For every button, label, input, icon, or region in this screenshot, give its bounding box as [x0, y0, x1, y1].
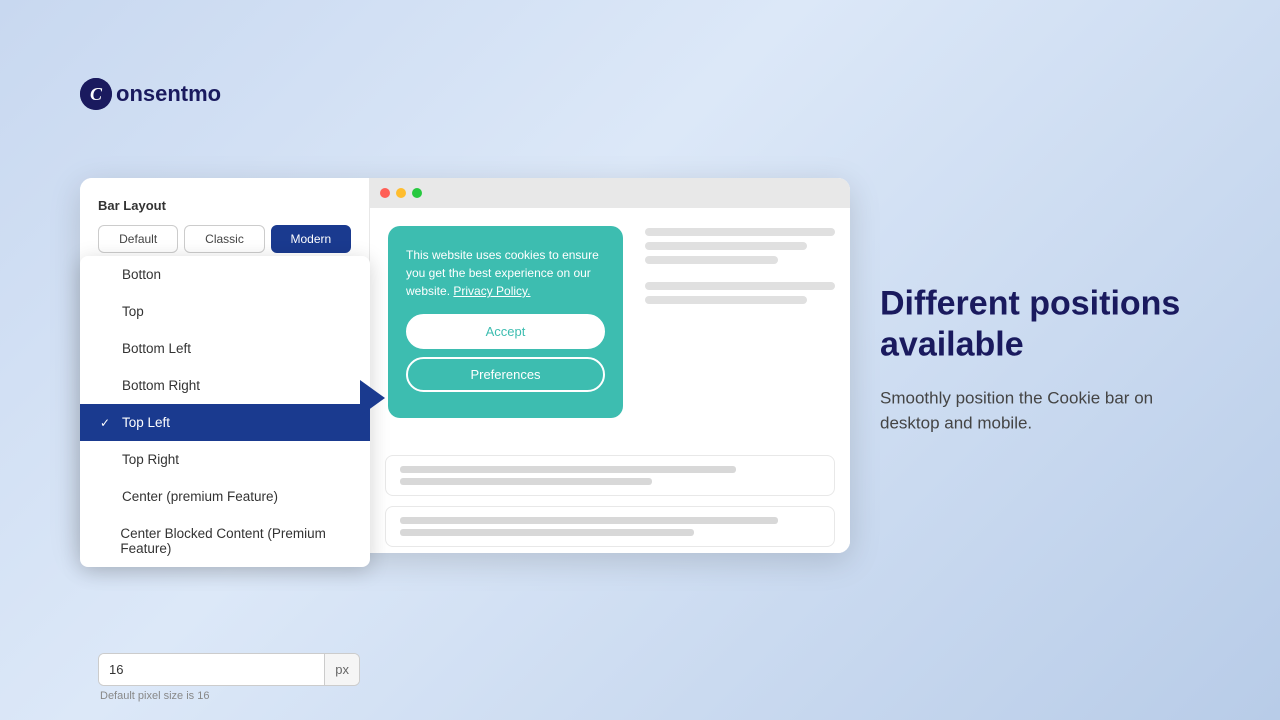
browser-content: This website uses cookies to ensure you …: [370, 208, 850, 553]
preferences-button[interactable]: Preferences: [406, 357, 605, 392]
logo-text: onsentmo: [116, 81, 221, 107]
right-text-section: Different positions available Smoothly p…: [880, 284, 1200, 437]
svg-text:C: C: [90, 84, 103, 104]
dropdown-item-center[interactable]: Center (premium Feature): [80, 478, 370, 515]
preview-section: This website uses cookies to ensure you …: [370, 178, 850, 553]
dropdown-item-botton[interactable]: Botton: [80, 256, 370, 293]
dropdown-item-bottom-left[interactable]: Bottom Left: [80, 330, 370, 367]
accept-button[interactable]: Accept: [406, 314, 605, 349]
content-block-1: [385, 455, 835, 496]
maximize-dot: [412, 188, 422, 198]
cookie-popup: This website uses cookies to ensure you …: [388, 226, 623, 418]
dropdown-arrow: [360, 380, 385, 416]
layout-buttons: Default Classic Modern: [98, 225, 351, 253]
dropdown-item-bottom-right[interactable]: Bottom Right: [80, 367, 370, 404]
position-dropdown: Botton Top Bottom Left Bottom Right ✓ To…: [80, 256, 370, 567]
pixel-hint: Default pixel size is 16: [98, 690, 360, 702]
cookie-text: This website uses cookies to ensure you …: [406, 246, 605, 300]
logo-icon: C: [80, 78, 112, 110]
privacy-policy-link[interactable]: Privacy Policy.: [453, 284, 530, 298]
dropdown-item-center-blocked[interactable]: Center Blocked Content (Premium Feature): [80, 515, 370, 567]
browser-bar: [370, 178, 850, 208]
modern-layout-btn[interactable]: Modern: [271, 225, 351, 253]
dropdown-item-top-left[interactable]: ✓ Top Left: [80, 404, 370, 441]
minimize-dot: [396, 188, 406, 198]
pixel-size-input[interactable]: [99, 654, 324, 685]
bottom-content-blocks: [370, 443, 850, 553]
close-dot: [380, 188, 390, 198]
right-heading: Different positions available: [880, 284, 1200, 366]
pixel-input-row: px: [98, 653, 360, 686]
dropdown-item-top[interactable]: Top: [80, 293, 370, 330]
bar-layout-label: Bar Layout: [98, 198, 351, 213]
classic-layout-btn[interactable]: Classic: [184, 225, 264, 253]
dropdown-item-top-right[interactable]: Top Right: [80, 441, 370, 478]
default-layout-btn[interactable]: Default: [98, 225, 178, 253]
content-block-2: [385, 506, 835, 547]
pixel-unit-label: px: [324, 654, 359, 685]
logo: C onsentmo: [80, 78, 221, 110]
right-description: Smoothly position the Cookie bar on desk…: [880, 385, 1200, 436]
pixel-input-area: px Default pixel size is 16: [98, 653, 360, 702]
